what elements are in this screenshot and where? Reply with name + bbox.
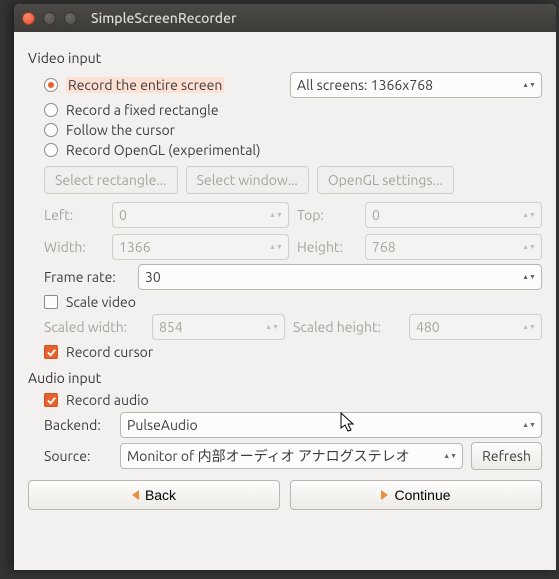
top-label: Top: — [297, 207, 357, 223]
height-input: 768 ▲▼ — [365, 234, 542, 260]
radio-entire-screen-label[interactable]: Record the entire screen — [66, 77, 224, 93]
scaled-width-input: 854 ▲▼ — [152, 314, 285, 340]
updown-icon: ▲▼ — [523, 82, 535, 89]
left-label: Left: — [44, 207, 104, 223]
back-button[interactable]: Back — [28, 480, 280, 510]
radio-follow-cursor[interactable] — [44, 123, 58, 137]
height-label: Height: — [297, 239, 357, 255]
record-cursor-label[interactable]: Record cursor — [66, 344, 153, 360]
radio-entire-screen[interactable] — [44, 78, 58, 92]
screens-combo-text: All screens: 1366x768 — [297, 77, 519, 93]
updown-icon: ▲▼ — [270, 212, 282, 219]
updown-icon: ▲▼ — [266, 324, 278, 331]
updown-icon: ▲▼ — [270, 244, 282, 251]
select-window-button: Select window... — [186, 166, 309, 194]
close-icon[interactable] — [22, 12, 35, 25]
updown-icon: ▲▼ — [523, 244, 535, 251]
width-input: 1366 ▲▼ — [112, 234, 289, 260]
updown-icon: ▲▼ — [444, 453, 456, 460]
titlebar: SimpleScreenRecorder — [14, 4, 556, 32]
content: Video input Record the entire screen All… — [14, 32, 556, 520]
video-section-title: Video input — [28, 50, 542, 66]
opengl-settings-button: OpenGL settings... — [317, 166, 454, 194]
backend-combo-text: PulseAudio — [127, 417, 519, 433]
window-title: SimpleScreenRecorder — [91, 10, 236, 26]
source-combo-text: Monitor of 内部オーディオ アナログステレオ — [127, 446, 440, 466]
back-button-label: Back — [145, 487, 176, 503]
scale-video-label[interactable]: Scale video — [66, 294, 136, 310]
chevron-right-icon — [381, 490, 388, 500]
scaled-height-input: 480 ▲▼ — [409, 314, 542, 340]
window: SimpleScreenRecorder Video input Record … — [14, 4, 556, 570]
chevron-left-icon — [132, 490, 139, 500]
scaled-height-label: Scaled height: — [293, 319, 401, 335]
updown-icon: ▲▼ — [523, 212, 535, 219]
top-input: 0 ▲▼ — [365, 202, 542, 228]
left-input: 0 ▲▼ — [112, 202, 289, 228]
radio-opengl-label[interactable]: Record OpenGL (experimental) — [66, 142, 260, 158]
maximize-icon[interactable] — [64, 12, 77, 25]
audio-section-title: Audio input — [28, 370, 542, 386]
scaled-width-label: Scaled width: — [44, 319, 144, 335]
minimize-icon[interactable] — [43, 12, 56, 25]
source-label: Source: — [44, 448, 112, 464]
updown-icon: ▲▼ — [523, 422, 535, 429]
continue-button-label: Continue — [394, 487, 450, 503]
radio-follow-cursor-label[interactable]: Follow the cursor — [66, 122, 175, 138]
select-rectangle-button: Select rectangle... — [44, 166, 178, 194]
frame-rate-label: Frame rate: — [44, 269, 130, 285]
record-cursor-checkbox[interactable] — [44, 345, 58, 359]
screens-combo[interactable]: All screens: 1366x768 ▲▼ — [290, 72, 542, 98]
radio-opengl[interactable] — [44, 143, 58, 157]
frame-rate-input[interactable]: 30 ▲▼ — [138, 264, 542, 290]
radio-fixed-rect[interactable] — [44, 103, 58, 117]
refresh-button[interactable]: Refresh — [471, 442, 542, 470]
updown-icon[interactable]: ▲▼ — [523, 274, 535, 281]
updown-icon: ▲▼ — [523, 324, 535, 331]
record-audio-checkbox[interactable] — [44, 393, 58, 407]
backend-combo[interactable]: PulseAudio ▲▼ — [120, 412, 542, 438]
scale-video-checkbox[interactable] — [44, 295, 58, 309]
backend-label: Backend: — [44, 417, 112, 433]
continue-button[interactable]: Continue — [290, 480, 542, 510]
record-audio-label[interactable]: Record audio — [66, 392, 149, 408]
source-combo[interactable]: Monitor of 内部オーディオ アナログステレオ ▲▼ — [120, 443, 463, 469]
width-label: Width: — [44, 239, 104, 255]
radio-fixed-rect-label[interactable]: Record a fixed rectangle — [66, 102, 219, 118]
